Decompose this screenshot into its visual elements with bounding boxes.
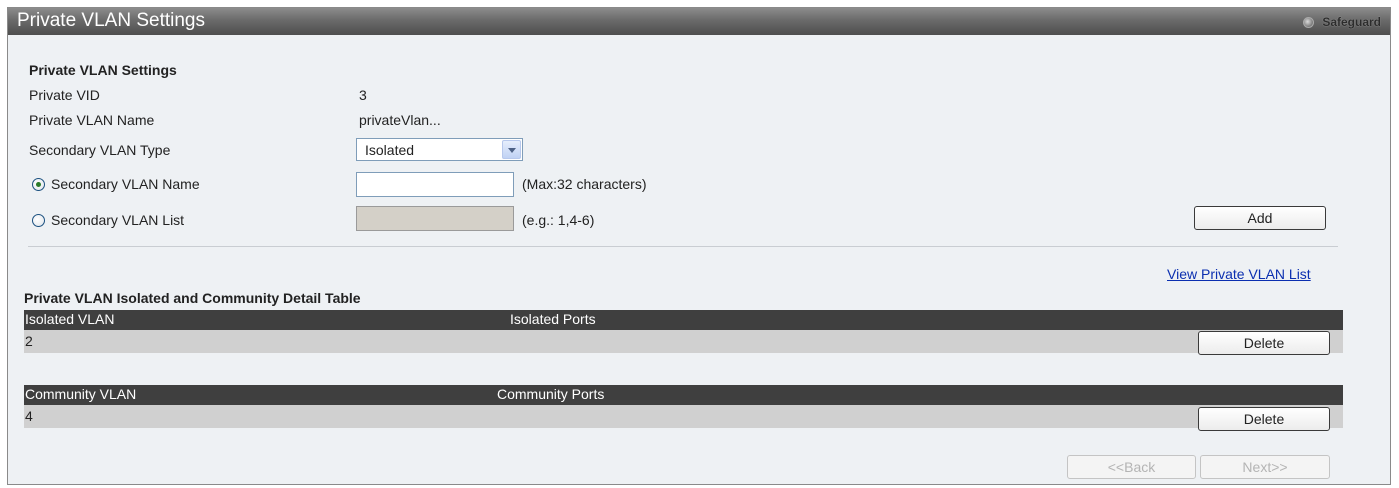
secondary-vlan-list-label: Secondary VLAN List — [51, 212, 185, 228]
private-vid-label: Private VID — [29, 87, 100, 103]
back-button[interactable]: <<Back — [1067, 455, 1196, 479]
main-panel: Private VLAN Settings Safeguard Private … — [7, 7, 1391, 485]
delete-community-button[interactable]: Delete — [1198, 407, 1330, 431]
chevron-down-icon[interactable] — [502, 140, 521, 159]
private-vlan-name-value: privateVlan... — [359, 112, 441, 128]
isolated-vlan-column-header: Isolated VLAN — [25, 311, 115, 327]
isolated-ports-column-header: Isolated Ports — [510, 311, 596, 327]
secondary-vlan-name-hint: (Max:32 characters) — [522, 176, 647, 192]
safeguard-indicator: Safeguard — [1303, 14, 1381, 30]
secondary-vlan-list-input[interactable] — [356, 206, 514, 231]
view-private-vlan-list-link[interactable]: View Private VLAN List — [1167, 266, 1311, 282]
community-table-header: Community VLAN Community Ports — [24, 385, 1343, 405]
secondary-vlan-name-label: Secondary VLAN Name — [51, 176, 200, 192]
secondary-vlan-type-select[interactable]: Isolated — [356, 138, 523, 161]
divider — [28, 246, 1338, 247]
secondary-vlan-name-radio[interactable] — [32, 178, 45, 191]
secondary-vlan-type-value: Isolated — [365, 142, 415, 158]
settings-section-title: Private VLAN Settings — [29, 62, 177, 78]
secondary-vlan-type-label: Secondary VLAN Type — [29, 142, 171, 158]
safeguard-status-icon — [1303, 16, 1315, 28]
isolated-vlan-cell: 2 — [25, 333, 33, 349]
community-vlan-cell: 4 — [25, 408, 33, 424]
detail-table-title: Private VLAN Isolated and Community Deta… — [24, 290, 361, 306]
next-button[interactable]: Next>> — [1200, 455, 1330, 479]
table-row: 2 — [24, 330, 1343, 353]
page-title: Private VLAN Settings — [17, 10, 205, 31]
table-row: 4 — [24, 405, 1343, 428]
delete-isolated-button[interactable]: Delete — [1198, 331, 1330, 355]
private-vlan-name-label: Private VLAN Name — [29, 112, 155, 128]
secondary-vlan-name-input[interactable] — [356, 172, 514, 197]
secondary-vlan-list-hint: (e.g.: 1,4-6) — [522, 212, 595, 228]
isolated-table-header: Isolated VLAN Isolated Ports — [24, 310, 1343, 330]
title-bar: Private VLAN Settings Safeguard — [8, 8, 1390, 35]
secondary-vlan-list-radio[interactable] — [32, 214, 45, 227]
add-button[interactable]: Add — [1194, 206, 1326, 230]
community-ports-column-header: Community Ports — [497, 386, 605, 402]
safeguard-label: Safeguard — [1322, 15, 1381, 29]
private-vid-value: 3 — [359, 87, 367, 103]
community-vlan-column-header: Community VLAN — [25, 386, 137, 402]
